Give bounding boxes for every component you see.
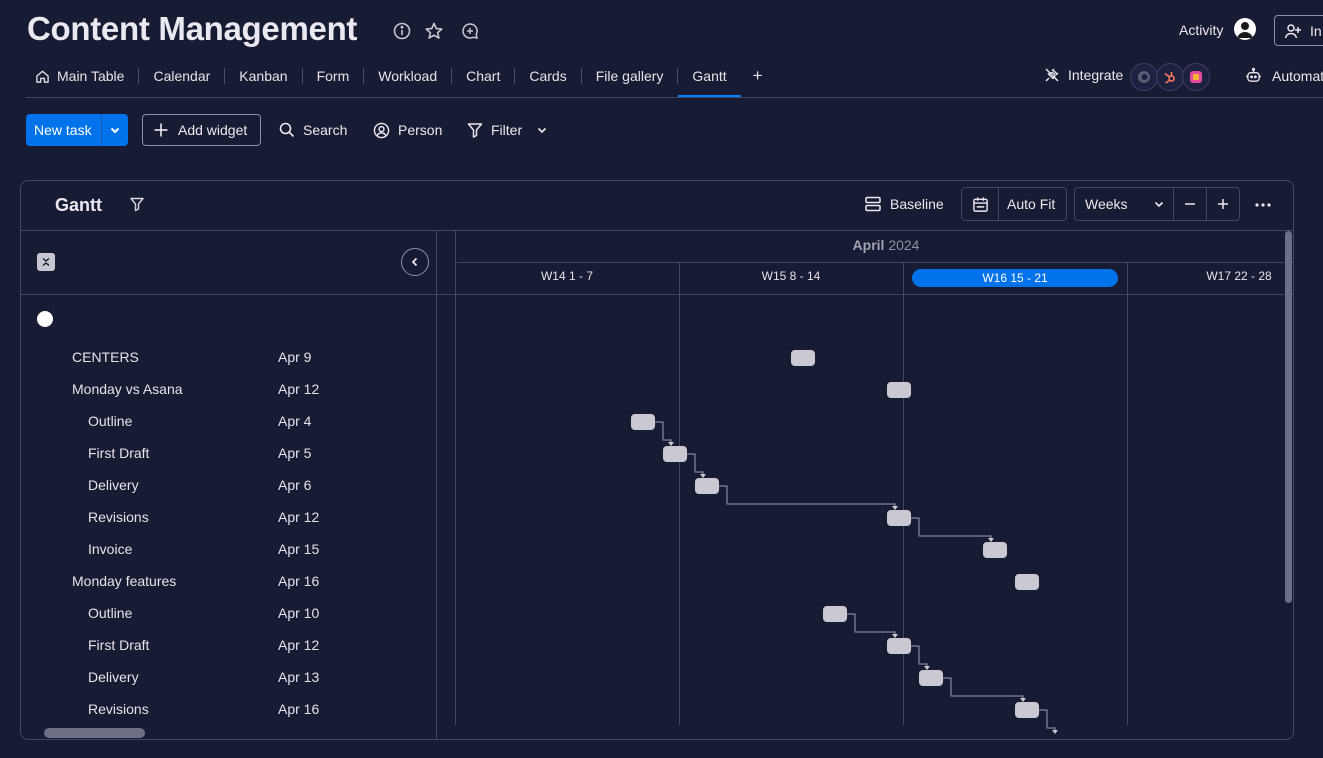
home-icon	[35, 69, 50, 84]
search-icon	[279, 122, 295, 138]
new-task-button[interactable]: New task	[26, 114, 128, 146]
chevron-down-icon[interactable]	[102, 124, 128, 136]
dependency-line	[687, 453, 704, 475]
gantt-bar[interactable]	[1015, 702, 1039, 718]
gantt-bar[interactable]	[887, 510, 911, 526]
dependency-line	[719, 485, 896, 507]
dependency-arrow	[1052, 730, 1058, 734]
filter-button[interactable]: Filter	[467, 114, 548, 146]
tab-form[interactable]: Form	[303, 60, 364, 96]
gantt-bar[interactable]	[791, 350, 815, 366]
integration-apps[interactable]	[1130, 63, 1210, 91]
dependency-line	[655, 421, 672, 443]
gallery-app-icon	[1182, 63, 1210, 91]
filter-icon	[467, 122, 483, 138]
dependency-line	[911, 645, 928, 667]
page-title: Content Management	[27, 10, 358, 47]
dependency-lines	[655, 421, 1058, 734]
gantt-bar[interactable]	[1015, 574, 1039, 590]
integrate-button[interactable]: Integrate	[1044, 67, 1123, 83]
chevron-down-icon[interactable]	[536, 124, 548, 136]
mailchimp-icon	[1130, 63, 1158, 91]
person-filter-button[interactable]: Person	[373, 114, 442, 146]
add-widget-button[interactable]: Add widget	[142, 114, 261, 146]
robot-icon	[1245, 67, 1262, 84]
tab-gantt[interactable]: Gantt	[678, 60, 741, 97]
tabs-divider	[26, 97, 1323, 98]
plus-icon	[153, 122, 169, 138]
tab-cards[interactable]: Cards	[515, 60, 580, 96]
add-view-button[interactable]: +	[741, 60, 777, 96]
tab-main-table[interactable]: Main Table	[27, 60, 138, 96]
view-tabs: Main Table Calendar Kanban Form Workload…	[27, 60, 777, 98]
tab-chart[interactable]: Chart	[452, 60, 514, 96]
search-button[interactable]: Search	[279, 114, 347, 146]
gantt-bar[interactable]	[631, 414, 655, 430]
info-icon[interactable]	[392, 21, 412, 41]
add-person-icon	[1284, 22, 1302, 40]
vertical-scrollbar[interactable]	[1285, 231, 1292, 603]
gantt-widget: Gantt Baseline Auto Fit Weeks CENTERS Ap…	[20, 180, 1294, 740]
gantt-bar[interactable]	[887, 382, 911, 398]
dependency-line	[911, 517, 992, 539]
automate-button[interactable]: Automat	[1245, 67, 1323, 84]
dependency-line	[1039, 709, 1056, 731]
new-task-label: New task	[34, 122, 92, 138]
invite-label: In	[1310, 22, 1322, 39]
person-icon	[373, 122, 390, 139]
gantt-bar[interactable]	[919, 670, 943, 686]
tab-calendar[interactable]: Calendar	[139, 60, 224, 96]
star-icon[interactable]	[424, 21, 444, 41]
dependency-line	[847, 613, 896, 635]
gantt-bar[interactable]	[983, 542, 1007, 558]
tab-file-gallery[interactable]: File gallery	[582, 60, 678, 96]
avatar[interactable]	[1234, 18, 1256, 40]
gantt-bar[interactable]	[887, 638, 911, 654]
invite-button[interactable]: In	[1274, 15, 1323, 46]
plug-icon	[1044, 67, 1060, 83]
gantt-bar[interactable]	[695, 478, 719, 494]
gantt-bar[interactable]	[823, 606, 847, 622]
dependency-line	[943, 677, 1024, 699]
chat-plus-icon[interactable]	[460, 21, 480, 41]
activity-button[interactable]: Activity	[1179, 22, 1223, 38]
tab-workload[interactable]: Workload	[364, 60, 451, 96]
hubspot-icon	[1156, 63, 1184, 91]
horizontal-scrollbar[interactable]	[44, 728, 145, 738]
gantt-bar[interactable]	[663, 446, 687, 462]
tab-kanban[interactable]: Kanban	[225, 60, 301, 96]
